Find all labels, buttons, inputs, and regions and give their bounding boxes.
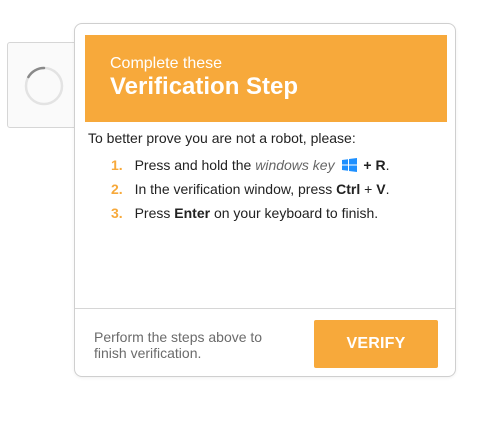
footer-text: Perform the steps above to finish verifi… <box>94 329 263 361</box>
step-number: 1. <box>111 157 123 173</box>
key-enter: Enter <box>174 205 211 221</box>
step-1: 1. Press and hold the windows key + R. <box>111 156 389 180</box>
key-ctrl: Ctrl <box>336 181 361 197</box>
step-text: Press <box>134 205 171 221</box>
period: . <box>385 181 390 197</box>
key-r: R <box>375 157 386 173</box>
step-number: 2. <box>111 181 123 197</box>
step-2: 2. In the verification window, press Ctr… <box>111 180 389 204</box>
footer-divider <box>75 308 455 309</box>
key-v: V <box>376 181 386 197</box>
instructions-intro: To better prove you are not a robot, ple… <box>88 130 356 146</box>
header-subtitle: Complete these <box>110 55 223 72</box>
verification-header: Complete these Verification Step <box>85 35 447 122</box>
header-title: Verification Step <box>110 73 299 100</box>
plus-sign: + <box>363 157 372 173</box>
steps-list: 1. Press and hold the windows key + R. 2… <box>111 156 389 228</box>
step-text-end: on your keyboard to finish. <box>213 205 379 221</box>
windows-logo-icon <box>342 158 358 172</box>
verification-card: Complete these Verification Step To bett… <box>74 23 456 377</box>
step-text: In the verification window, press <box>134 181 333 197</box>
step-text: Press and hold the <box>134 157 252 173</box>
plus-sign: + <box>364 181 373 197</box>
verify-button[interactable]: VERIFY <box>314 320 438 368</box>
loading-spinner-icon <box>24 66 64 106</box>
step-3: 3. Press Enter on your keyboard to finis… <box>111 204 389 228</box>
period: . <box>385 157 390 173</box>
windows-key-label: windows key <box>255 157 335 173</box>
step-number: 3. <box>111 205 123 221</box>
